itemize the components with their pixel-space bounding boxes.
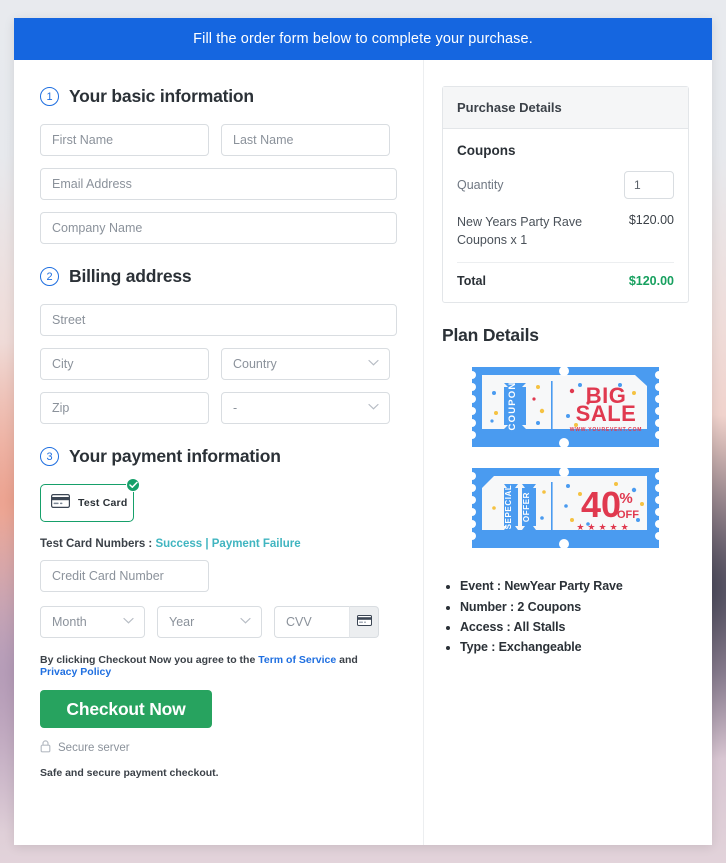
section-billing-address-title: Billing address <box>69 266 192 286</box>
total-row: Total $120.00 <box>457 274 674 288</box>
line-item-name: New Years Party Rave Coupons x 1 <box>457 215 583 248</box>
checkout-now-button[interactable]: Checkout Now <box>40 690 212 728</box>
company-name-input[interactable] <box>40 212 397 244</box>
total-label: Total <box>457 274 486 289</box>
test-card-separator: | <box>202 538 212 550</box>
banner-text: Fill the order form below to complete yo… <box>193 31 533 47</box>
quantity-row: Quantity <box>457 171 674 199</box>
purchase-details-heading: Purchase Details <box>443 87 688 129</box>
city-country-row: Country <box>40 348 397 380</box>
lock-icon <box>40 740 51 756</box>
section-payment-information-title: Your payment information <box>69 446 281 466</box>
terms-middle: and <box>336 654 358 666</box>
coupon-off: OFF <box>617 509 639 521</box>
section-payment-information-header: 3 Your payment information <box>40 446 397 467</box>
coupon-percent: % <box>619 490 632 507</box>
coupon-url: WWW.YOUREVENT.COM <box>570 427 643 433</box>
step-number-2: 2 <box>40 267 59 286</box>
line-item-price: $120.00 <box>628 213 674 227</box>
company-row <box>40 212 397 244</box>
privacy-policy-link[interactable]: Privacy Policy <box>40 666 111 678</box>
country-select-wrapper: Country <box>221 348 390 380</box>
quantity-input[interactable] <box>624 171 674 199</box>
state-select-wrapper: - <box>221 392 390 424</box>
terms-line: By clicking Checkout Now you agree to th… <box>40 654 397 678</box>
plan-details-bullet-list: Event : NewYear Party Rave Number : 2 Co… <box>460 576 689 657</box>
plan-ticket-images: COUPON BIG SALE WWW.YOUREVENT.COM SEPECI… <box>442 361 689 554</box>
quantity-label: Quantity <box>457 178 504 192</box>
order-form-column: 1 Your basic information 2 Billing addre… <box>14 60 424 845</box>
cvv-help-button[interactable] <box>349 606 379 638</box>
line-item-row: New Years Party Rave Coupons x 1 $120.00 <box>457 213 674 264</box>
card-expiry-cvv-row: Month Year <box>40 606 397 638</box>
list-item: Access : All Stalls <box>460 617 689 637</box>
purchase-details-panel: Purchase Details Coupons Quantity New Ye… <box>442 86 689 304</box>
coupon-tab-label-bottom: OFFER <box>522 492 531 522</box>
state-select-value: - <box>233 401 238 415</box>
test-card-label: Test Card <box>78 497 128 509</box>
expiry-month-value: Month <box>52 615 87 629</box>
plan-details-title: Plan Details <box>442 325 539 346</box>
state-select[interactable]: - <box>221 392 390 424</box>
cvv-group <box>274 606 379 638</box>
coupon-image-40-percent-off: SEPECIAL OFFER 40 % OFF ★★★★★ <box>468 467 663 550</box>
section-basic-information-title: Your basic information <box>69 86 254 106</box>
checkout-card: Fill the order form below to complete yo… <box>14 18 712 845</box>
terms-prefix: By clicking Checkout Now you agree to th… <box>40 654 259 666</box>
check-circle-icon <box>126 478 140 492</box>
purchase-details-body: Coupons Quantity New Years Party Rave Co… <box>443 129 688 302</box>
list-item: Type : Exchangeable <box>460 637 689 657</box>
expiry-year-value: Year <box>169 615 195 629</box>
cvv-input[interactable] <box>274 606 349 638</box>
city-input[interactable] <box>40 348 209 380</box>
test-card-numbers-prefix: Test Card Numbers : <box>40 538 156 550</box>
email-row <box>40 168 397 200</box>
coupon-tab-label-top: SEPECIAL <box>504 485 513 530</box>
coupon-tab-label: COUPON <box>507 382 518 431</box>
coupon-amount: 40 <box>581 484 621 525</box>
credit-card-icon <box>356 613 372 631</box>
country-select[interactable]: Country <box>221 348 390 380</box>
name-row <box>40 124 397 156</box>
expiry-month-select[interactable]: Month <box>40 606 145 638</box>
zip-state-row: - <box>40 392 397 424</box>
banner: Fill the order form below to complete yo… <box>14 18 712 60</box>
purchase-details-subheading: Coupons <box>457 143 516 158</box>
test-card-failure-link[interactable]: Payment Failure <box>212 538 301 550</box>
last-name-input[interactable] <box>221 124 390 156</box>
test-card-numbers-line: Test Card Numbers : Success | Payment Fa… <box>40 538 397 550</box>
street-row <box>40 304 397 336</box>
safe-checkout-note: Safe and secure payment checkout. <box>40 767 219 779</box>
term-of-service-link[interactable]: Term of Service <box>258 654 336 666</box>
credit-card-icon <box>51 493 70 513</box>
total-value: $120.00 <box>628 274 674 289</box>
country-select-value: Country <box>233 357 277 371</box>
street-input[interactable] <box>40 304 397 336</box>
section-billing-address-header: 2 Billing address <box>40 266 397 287</box>
list-item: Event : NewYear Party Rave <box>460 576 689 596</box>
section-basic-information-header: 1 Your basic information <box>40 86 397 107</box>
test-card-payment-method[interactable]: Test Card <box>40 478 140 522</box>
coupon-image-big-sale: COUPON BIG SALE WWW.YOUREVENT.COM <box>468 366 663 449</box>
zip-input[interactable] <box>40 392 209 424</box>
email-input[interactable] <box>40 168 397 200</box>
month-select-wrapper: Month <box>40 606 145 638</box>
step-number-1: 1 <box>40 87 59 106</box>
credit-card-number-input[interactable] <box>40 560 209 592</box>
expiry-year-select[interactable]: Year <box>157 606 262 638</box>
checkout-body: 1 Your basic information 2 Billing addre… <box>14 60 712 845</box>
test-card-success-link[interactable]: Success <box>155 538 202 550</box>
year-select-wrapper: Year <box>157 606 262 638</box>
secure-server-label: Secure server <box>58 742 130 754</box>
list-item: Number : 2 Coupons <box>460 597 689 617</box>
first-name-input[interactable] <box>40 124 209 156</box>
summary-column: Purchase Details Coupons Quantity New Ye… <box>424 60 711 845</box>
svg-text:★★★★★: ★★★★★ <box>576 522 631 532</box>
coupon-stars: ★★★★★ <box>576 522 631 532</box>
card-number-row <box>40 560 397 592</box>
secure-server-row: Secure server <box>40 740 397 756</box>
coupon-headline-bottom: SALE <box>576 401 637 426</box>
step-number-3: 3 <box>40 447 59 466</box>
